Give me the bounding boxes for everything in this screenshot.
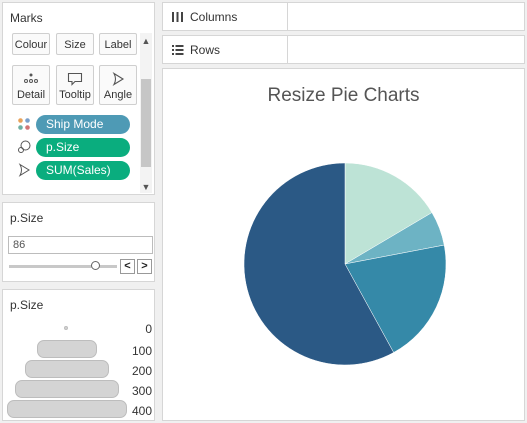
legend-row: 400 (3, 400, 156, 420)
marks-title: Marks (10, 11, 43, 25)
marks-scrollbar[interactable]: ▲ ▼ (140, 33, 152, 193)
colour-icon (17, 117, 31, 131)
scroll-down-icon[interactable]: ▼ (140, 181, 152, 193)
angle-button[interactable]: Angle (99, 65, 137, 105)
colour-button-label: Colour (14, 39, 48, 51)
decrement-button[interactable]: < (120, 259, 135, 274)
legend-swatch (15, 380, 119, 398)
shelf-divider (287, 3, 288, 30)
parameter-value-input[interactable]: 86 (8, 236, 153, 254)
legend-value: 0 (145, 322, 152, 336)
angle-button-label: Angle (103, 89, 133, 101)
increment-button[interactable]: > (137, 259, 152, 274)
tooltip-button[interactable]: Tooltip (56, 65, 94, 105)
legend-value: 100 (131, 344, 152, 358)
size-button-label: Size (64, 39, 86, 51)
size-legend: p.Size 0 100 200 300 400 (2, 289, 155, 421)
columns-icon (171, 11, 184, 23)
detail-button[interactable]: Detail (12, 65, 50, 105)
shelf-divider (287, 36, 288, 63)
rows-label: Rows (190, 43, 221, 57)
scroll-thumb[interactable] (141, 79, 151, 167)
rows-icon (171, 44, 184, 56)
legend-value: 400 (131, 404, 152, 418)
parameter-title: p.Size (10, 211, 44, 225)
legend-swatch (25, 360, 109, 378)
legend-swatch (37, 340, 97, 358)
rows-shelf[interactable]: Rows (162, 35, 525, 64)
tooltip-button-label: Tooltip (59, 89, 91, 101)
slider-knob[interactable] (91, 261, 100, 270)
size-icon (17, 140, 31, 154)
label-button-label: Label (104, 39, 132, 51)
tooltip-icon (57, 72, 93, 88)
scroll-up-icon[interactable]: ▲ (140, 35, 152, 47)
legend-swatch (7, 400, 127, 418)
columns-label: Columns (190, 10, 238, 24)
pie-chart (243, 162, 447, 366)
legend-row: 200 (3, 360, 156, 380)
legend-value: 300 (131, 384, 152, 398)
chart-view: Resize Pie Charts (162, 68, 525, 421)
parameter-control: p.Size 86 < > (2, 202, 155, 282)
field-pill-ship-mode[interactable]: Ship Mode (36, 115, 130, 134)
detail-button-label: Detail (16, 89, 46, 101)
columns-shelf[interactable]: Columns (162, 2, 525, 31)
marks-card: Marks Colour Size Label Detail Tooltip A… (2, 2, 155, 195)
colour-button[interactable]: Colour (12, 33, 50, 55)
angle-icon (100, 72, 136, 88)
legend-row: 100 (3, 340, 156, 360)
legend-swatch (64, 326, 68, 330)
legend-row: 300 (3, 380, 156, 400)
legend-row: 0 (3, 320, 156, 340)
detail-icon (13, 72, 49, 88)
size-legend-title: p.Size (10, 298, 44, 312)
angle-icon (17, 163, 31, 177)
label-button[interactable]: Label (99, 33, 137, 55)
field-pill-p-size[interactable]: p.Size (36, 138, 130, 157)
parameter-slider[interactable] (9, 265, 117, 268)
legend-value: 200 (131, 364, 152, 378)
size-button[interactable]: Size (56, 33, 94, 55)
field-pill-sum-sales[interactable]: SUM(Sales) (36, 161, 130, 180)
